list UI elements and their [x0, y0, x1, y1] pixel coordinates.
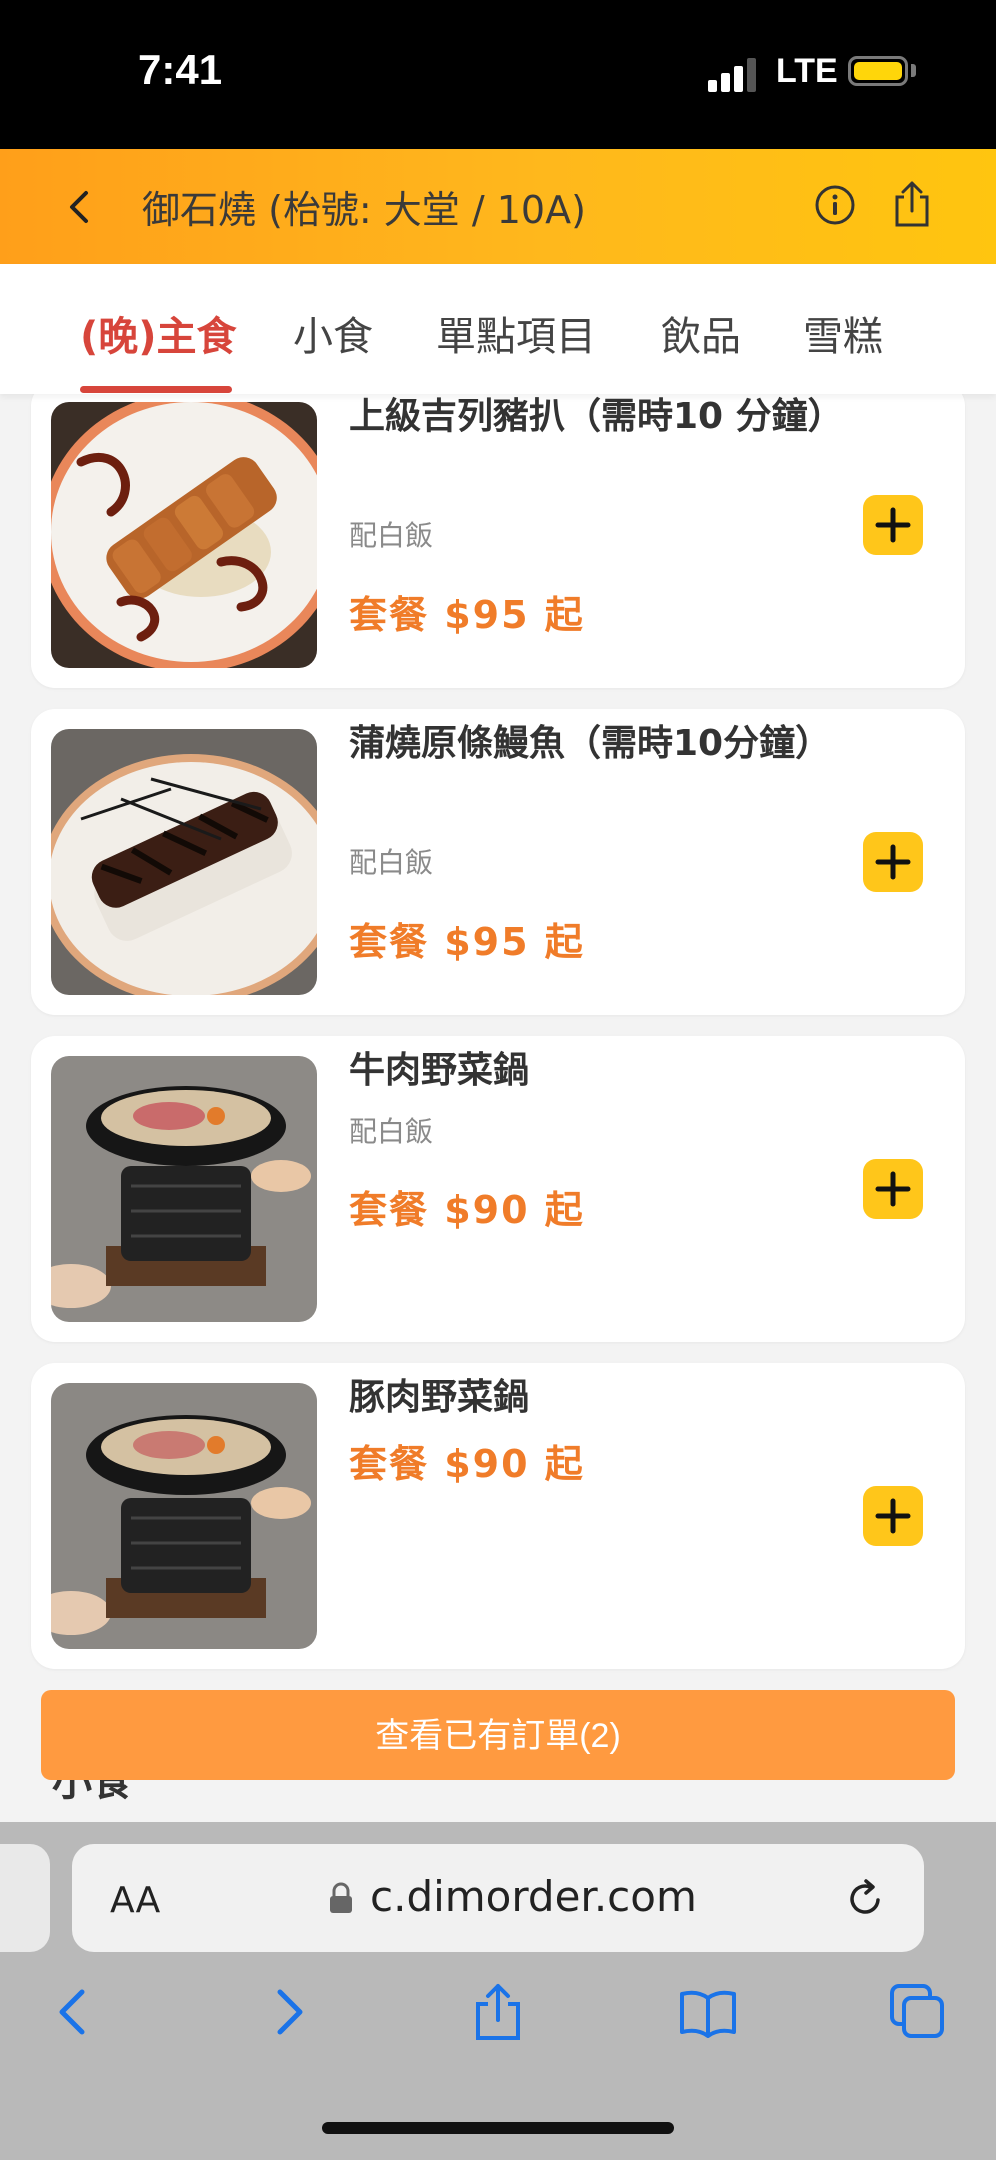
- tab-main-dinner[interactable]: (晚)主食: [80, 304, 237, 362]
- tab-a-la-carte[interactable]: 單點項目: [436, 304, 596, 362]
- browser-toolbar: AA c.dimorder.com: [0, 1822, 996, 2160]
- previous-tab-peek[interactable]: [0, 1844, 50, 1952]
- tab-ice-cream[interactable]: 雪糕: [803, 304, 883, 362]
- battery-icon: [848, 56, 908, 86]
- plus-icon: [875, 1171, 911, 1207]
- item-name: 蒲燒原條鰻魚（需時10分鐘）: [349, 723, 832, 764]
- back-icon[interactable]: [58, 185, 102, 229]
- food-image: [51, 729, 317, 995]
- plus-icon: [875, 844, 911, 880]
- menu-item-card[interactable]: 上級吉列豬扒（需時10 分鐘） 配白飯 套餐 $95 起: [31, 394, 965, 688]
- lock-icon: [328, 1882, 354, 1914]
- network-label: LTE: [776, 52, 838, 90]
- menu-list[interactable]: 上級吉列豬扒（需時10 分鐘） 配白飯 套餐 $95 起 蒲燒原條鰻魚（需時10…: [0, 394, 996, 1822]
- status-bar: 7:41 LTE: [0, 0, 996, 149]
- reload-icon[interactable]: [844, 1876, 888, 1920]
- add-button[interactable]: [863, 832, 923, 892]
- signal-icon: [708, 58, 756, 92]
- item-note: 配白飯: [349, 846, 434, 879]
- plus-icon: [875, 1498, 911, 1534]
- app-header: 御石燒 (枱號: 大堂 / 10A): [0, 149, 996, 264]
- info-icon[interactable]: [814, 184, 856, 226]
- bookmarks-icon[interactable]: [678, 1982, 738, 2042]
- item-note: 配白飯: [349, 519, 434, 552]
- menu-item-card[interactable]: 豚肉野菜鍋 套餐 $90 起: [31, 1363, 965, 1669]
- add-button[interactable]: [863, 1486, 923, 1546]
- status-time: 7:41: [138, 46, 223, 93]
- item-name: 上級吉列豬扒（需時10 分鐘）: [349, 396, 844, 437]
- browser-forward-icon[interactable]: [258, 1982, 318, 2042]
- item-price: 套餐 $90 起: [349, 1442, 585, 1486]
- tab-drinks[interactable]: 飲品: [661, 304, 741, 362]
- home-indicator: [322, 2122, 674, 2134]
- reader-settings-button[interactable]: AA: [110, 1880, 160, 1921]
- battery-tip: [911, 64, 916, 77]
- active-tab-indicator: [80, 386, 232, 393]
- menu-item-card[interactable]: 牛肉野菜鍋 配白飯 套餐 $90 起: [31, 1036, 965, 1342]
- item-note: 配白飯: [349, 1115, 434, 1148]
- url-text: c.dimorder.com: [370, 1872, 697, 1921]
- food-image: [51, 402, 317, 668]
- tabs-icon[interactable]: [888, 1982, 948, 2042]
- add-button[interactable]: [863, 1159, 923, 1219]
- tab-snacks[interactable]: 小食: [293, 304, 373, 362]
- item-price: 套餐 $95 起: [349, 593, 585, 637]
- address-bar[interactable]: AA c.dimorder.com: [72, 1844, 924, 1952]
- item-price: 套餐 $95 起: [349, 920, 585, 964]
- plus-icon: [875, 507, 911, 543]
- category-tabs: (晚)主食 小食 單點項目 飲品 雪糕: [0, 264, 996, 394]
- browser-back-icon[interactable]: [44, 1982, 104, 2042]
- menu-item-card[interactable]: 蒲燒原條鰻魚（需時10分鐘） 配白飯 套餐 $95 起: [31, 709, 965, 1015]
- share-icon[interactable]: [890, 179, 934, 229]
- food-image: [51, 1056, 317, 1322]
- item-name: 豚肉野菜鍋: [349, 1377, 530, 1418]
- food-image: [51, 1383, 317, 1649]
- view-orders-button[interactable]: 查看已有訂單(2): [41, 1690, 955, 1780]
- page-title: 御石燒 (枱號: 大堂 / 10A): [142, 188, 586, 232]
- item-price: 套餐 $90 起: [349, 1188, 585, 1232]
- item-name: 牛肉野菜鍋: [349, 1050, 530, 1091]
- browser-share-icon[interactable]: [468, 1982, 528, 2042]
- add-button[interactable]: [863, 495, 923, 555]
